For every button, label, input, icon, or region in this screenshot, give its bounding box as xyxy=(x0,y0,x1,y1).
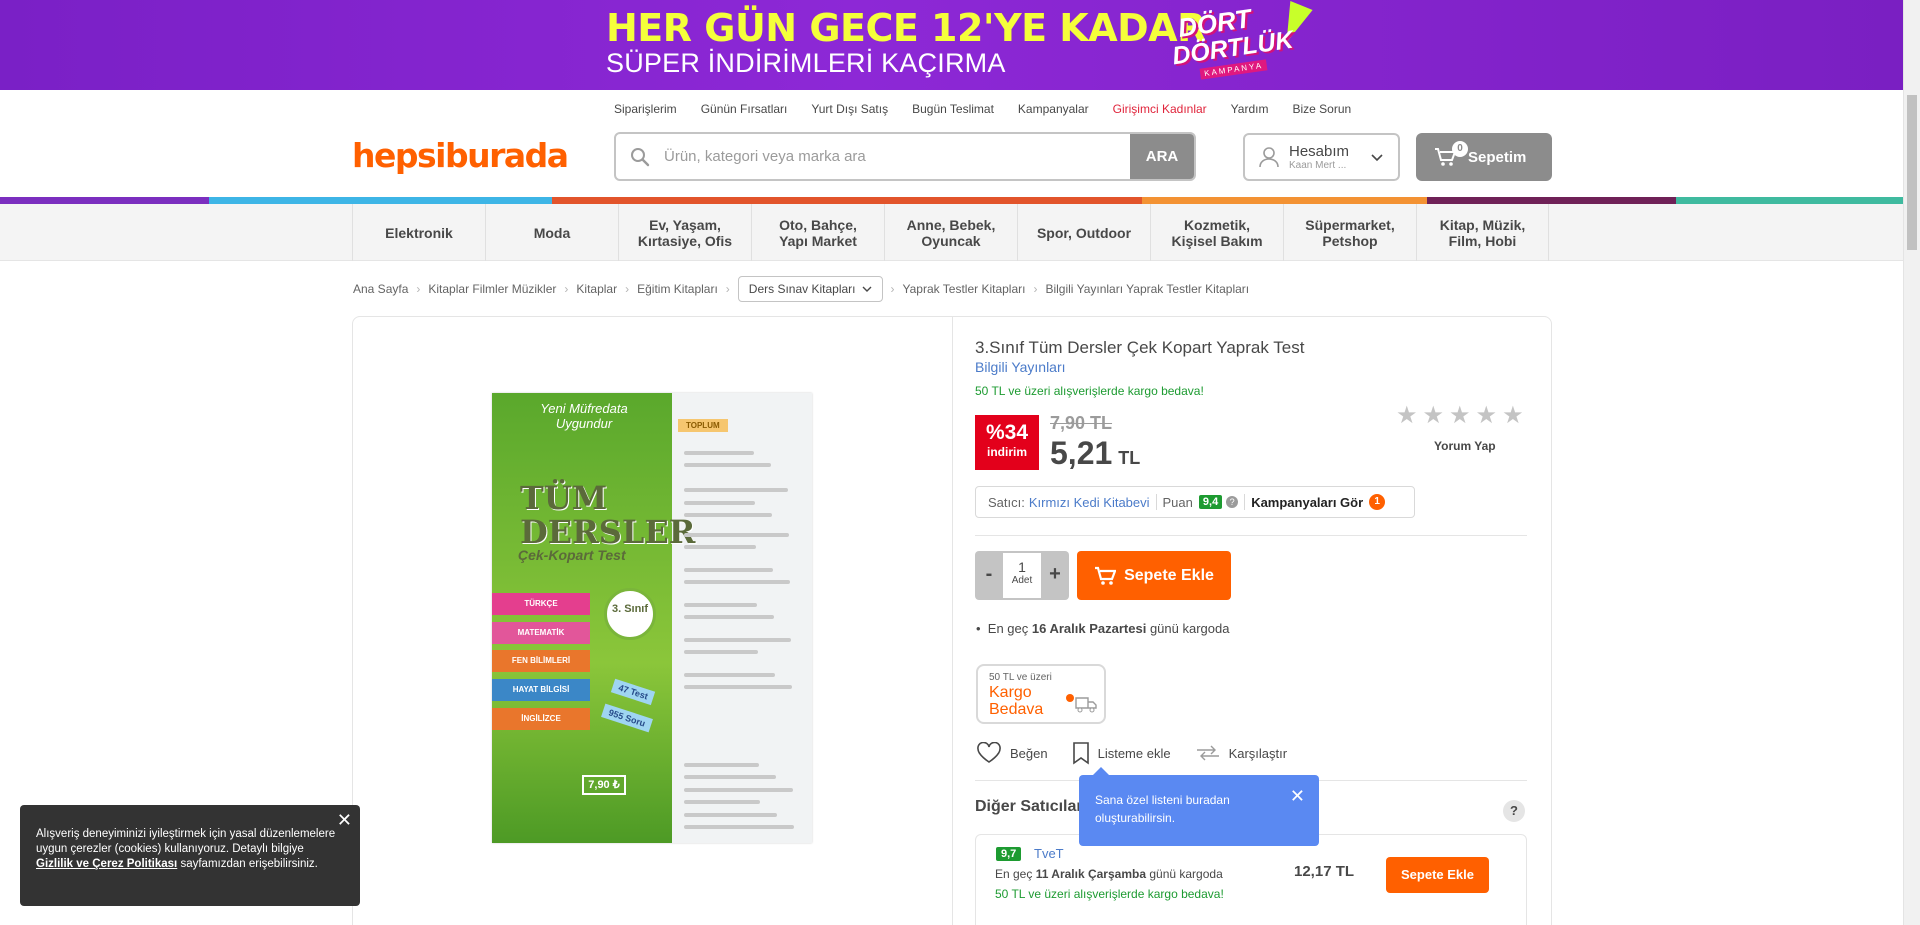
seller-link[interactable]: Kırmızı Kedi Kitabevi xyxy=(1029,495,1150,510)
category-item[interactable]: Elektronik xyxy=(352,204,485,261)
top-link-kampanyalar[interactable]: Kampanyalar xyxy=(1018,102,1089,116)
product-actions: Beğen Listeme ekle Karşılaştır xyxy=(976,741,1311,765)
top-link-siparislerim[interactable]: Siparişlerim xyxy=(614,102,677,116)
compare-arrows-icon xyxy=(1196,745,1219,761)
cart-count-badge: 0 xyxy=(1452,141,1468,157)
search-input[interactable] xyxy=(664,134,1130,179)
chevron-down-icon xyxy=(1371,154,1383,162)
like-button[interactable]: Beğen xyxy=(976,742,1048,764)
book-cover-title: TÜM DERSLER xyxy=(520,479,696,551)
user-icon xyxy=(1259,147,1279,168)
seller-score-badge: 9,4 xyxy=(1198,495,1223,509)
site-logo[interactable]: hepsiburada xyxy=(352,136,569,175)
brand-link[interactable]: Bilgili Yayınları xyxy=(975,359,1066,375)
breadcrumb-item[interactable]: Kitaplar xyxy=(576,282,617,296)
scrollbar[interactable] xyxy=(1903,0,1920,925)
free-shipping-badge: 50 TL ve üzeri Kargo Bedava xyxy=(976,664,1106,724)
cart-button[interactable]: 0 Sepetim xyxy=(1416,133,1552,181)
breadcrumb-item[interactable]: Yaprak Testler Kitapları xyxy=(903,282,1026,296)
top-link-bize-sorun[interactable]: Bize Sorun xyxy=(1292,102,1351,116)
account-username: Kaan Mert ... xyxy=(1289,159,1347,171)
promo-banner[interactable]: HER GÜN GECE 12'YE KADAR SÜPER İNDİRİMLE… xyxy=(0,0,1903,90)
category-item[interactable]: Spor, Outdoor xyxy=(1017,204,1150,261)
star-icon: ★ xyxy=(1475,402,1498,429)
decrease-button[interactable]: - xyxy=(975,551,1003,600)
privacy-policy-link[interactable]: Gizlilik ve Çerez Politikası xyxy=(36,858,177,870)
add-to-cart-button[interactable]: Sepete Ekle xyxy=(1077,551,1231,600)
truck-icon xyxy=(1066,694,1097,713)
current-price: 5,21 TL xyxy=(1050,435,1141,471)
list-tooltip: Sana özel listeni buradan oluşturabilirs… xyxy=(1079,767,1319,846)
top-link-bugun-teslimat[interactable]: Bugün Teslimat xyxy=(912,102,994,116)
scrollbar-thumb[interactable] xyxy=(1907,95,1917,250)
heart-icon xyxy=(977,742,1001,763)
cart-label: Sepetim xyxy=(1468,148,1527,166)
other-seller-add-to-cart-button[interactable]: Sepete Ekle xyxy=(1386,857,1489,893)
page: HER GÜN GECE 12'YE KADAR SÜPER İNDİRİMLE… xyxy=(0,0,1920,925)
star-icon: ★ xyxy=(1449,402,1471,429)
breadcrumb-item[interactable]: Eğitim Kitapları xyxy=(637,282,718,296)
category-item[interactable]: Süpermarket, Petshop xyxy=(1283,204,1416,261)
category-item[interactable]: Kozmetik, Kişisel Bakım xyxy=(1150,204,1283,261)
campaigns-link[interactable]: Kampanyaları Gör xyxy=(1251,495,1363,510)
delivery-info: • En geç 16 Aralık Pazartesi günü kargod… xyxy=(976,621,1230,636)
rating-stars[interactable]: ★ ★ ★ ★ ★ xyxy=(1396,404,1524,428)
campaign-count-badge: 1 xyxy=(1369,494,1386,510)
account-button[interactable]: Hesabım Kaan Mert ... xyxy=(1243,133,1400,181)
account-title: Hesabım xyxy=(1289,142,1350,160)
breadcrumb-item[interactable]: Bilgili Yayınları Yaprak Testler Kitapla… xyxy=(1045,282,1249,296)
question-icon[interactable]: ? xyxy=(1226,496,1239,508)
star-icon: ★ xyxy=(1396,402,1418,429)
breadcrumb: Ana Sayfa › Kitaplar Filmler Müzikler › Ki… xyxy=(353,276,1249,302)
add-to-list-button[interactable]: Listeme ekle xyxy=(1072,741,1171,765)
product-image[interactable]: Yeni Müfredata Uygundur TOPLUM TÜM DERSL… xyxy=(492,393,812,843)
other-sellers-title: Diğer Satıcılar xyxy=(975,798,1083,815)
discount-badge: %34 indirim xyxy=(975,415,1039,470)
old-price: 7,90 TL xyxy=(1050,413,1113,433)
increase-button[interactable]: + xyxy=(1041,551,1069,600)
search-icon xyxy=(616,134,664,179)
product-title: 3.Sınıf Tüm Dersler Çek Kopart Yaprak Te… xyxy=(975,338,1305,357)
star-icon: ★ xyxy=(1502,402,1524,429)
help-icon[interactable]: ? xyxy=(1503,800,1525,822)
other-seller-card: 9,7 TveT En geç 11 Aralık Çarşamba günü … xyxy=(975,834,1527,925)
breadcrumb-dropdown[interactable]: Ders Sınav Kitapları xyxy=(737,276,883,302)
chevron-down-icon xyxy=(862,286,872,292)
top-link-gunun-firsatlari[interactable]: Günün Fırsatları xyxy=(701,102,788,116)
quantity-input[interactable]: 1 xyxy=(1003,559,1041,575)
top-link-yardim[interactable]: Yardım xyxy=(1231,102,1269,116)
dort-dortluk-logo: DÖRT DÖRTLÜK KAMPANYA xyxy=(1170,0,1313,86)
category-item[interactable]: Kitap, Müzik, Film, Hobi xyxy=(1416,204,1549,261)
search-button[interactable]: ARA xyxy=(1130,134,1194,179)
color-stripe xyxy=(0,197,1903,204)
close-icon[interactable]: ✕ xyxy=(337,811,352,829)
compare-button[interactable]: Karşılaştır xyxy=(1195,745,1287,761)
cookie-notice: ✕ Alışveriş deneyiminizi iyileştirmek iç… xyxy=(20,805,360,906)
promo-subline: SÜPER İNDİRİMLERİ KAÇIRMA xyxy=(606,48,1006,78)
cart-icon xyxy=(1095,566,1117,585)
top-links: Siparişlerim Günün Fırsatları Yurt Dışı … xyxy=(614,102,1375,116)
category-item[interactable]: Oto, Bahçe, Yapı Market xyxy=(751,204,884,261)
free-shipping-note: 50 TL ve üzeri alışverişlerde kargo beda… xyxy=(975,384,1204,398)
breadcrumb-item[interactable]: Ana Sayfa xyxy=(353,282,408,296)
category-nav: Elektronik Moda Ev, Yaşam, Kırtasiye, Ofis O… xyxy=(0,204,1903,261)
top-link-girisimci-kadinlar[interactable]: Girişimci Kadınlar xyxy=(1113,102,1207,116)
seller-score-badge: 9,7 xyxy=(996,847,1022,861)
close-icon[interactable]: ✕ xyxy=(1290,787,1305,805)
star-icon: ★ xyxy=(1422,402,1445,429)
top-link-yurt-disi-satis[interactable]: Yurt Dışı Satış xyxy=(811,102,888,116)
category-item[interactable]: Anne, Bebek, Oyuncak xyxy=(884,204,1017,261)
other-seller-link[interactable]: TveT xyxy=(1034,846,1064,861)
seller-info: Satıcı: Kırmızı Kedi Kitabevi Puan 9,4 ?… xyxy=(975,486,1415,518)
promo-headline: HER GÜN GECE 12'YE KADAR xyxy=(606,6,1206,50)
category-item[interactable]: Ev, Yaşam, Kırtasiye, Ofis xyxy=(618,204,751,261)
write-review-link[interactable]: Yorum Yap xyxy=(1434,439,1496,453)
category-item[interactable]: Moda xyxy=(485,204,618,261)
quantity-stepper: - 1 Adet + xyxy=(975,551,1069,600)
breadcrumb-item[interactable]: Kitaplar Filmler Müzikler xyxy=(428,282,556,296)
search-bar: ARA xyxy=(614,132,1196,181)
bookmark-icon xyxy=(1072,742,1089,765)
other-seller-price: 12,17 TL xyxy=(1294,863,1355,880)
